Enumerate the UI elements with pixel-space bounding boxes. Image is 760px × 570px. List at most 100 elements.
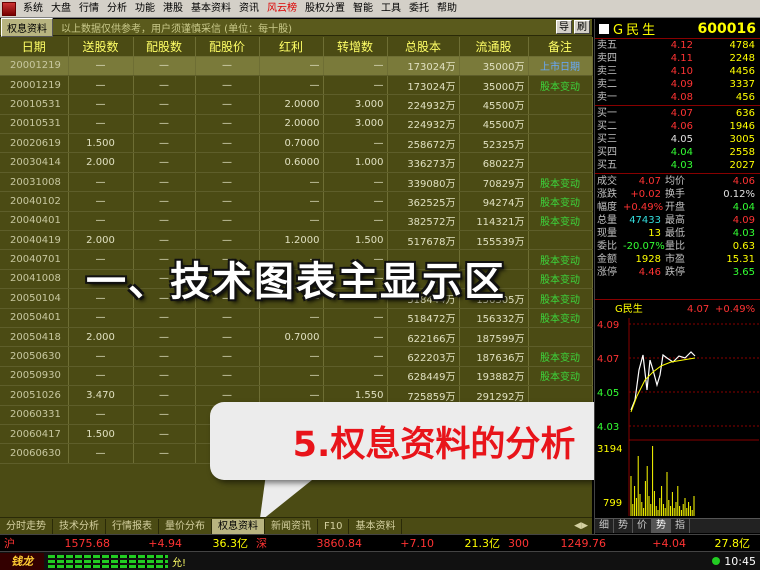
column-header[interactable]: 红利 [259,37,324,57]
menu-item[interactable]: 帮助 [433,1,461,17]
menu-item[interactable]: 智能 [349,1,377,17]
quote-row[interactable]: 卖二 4.09 3337 [595,78,760,91]
menu-item[interactable]: 行情 [75,1,103,17]
chart-tab[interactable]: 价 [633,519,652,533]
chart-tabs: 细势价势指 [595,518,760,533]
table-row[interactable]: 20040419 2.000— —1.2000 1.500 517678万 155539万 [0,230,593,251]
sh-index[interactable]: 1575.68 [22,537,114,550]
stock-name: G民生 [613,23,659,38]
menu-item[interactable]: 股权分置 [301,1,349,17]
column-header[interactable]: 备注 [528,37,593,57]
column-header[interactable]: 转增数 [323,37,388,57]
quote-price: 4.04 [670,147,693,158]
menu-item[interactable]: 功能 [131,1,159,17]
quote-stats: 成交 4.07 均价 4.06 涨跌 +0.02 换手 0.12% 幅度 +0.49% 开盘 4.04… [595,175,760,279]
menu-item[interactable]: 基本资料 [187,1,235,17]
stat-row: 幅度 +0.49% 开盘 4.04 [595,201,760,214]
table-cell: 68022万 [459,152,529,173]
quote-row[interactable]: 买一 4.07 636 [595,107,760,120]
table-cell: — [259,191,324,212]
quote-row[interactable]: 卖三 4.10 4456 [595,65,760,78]
quote-row[interactable]: 卖一 4.08 456 [595,91,760,104]
stat-label: 幅度 [597,202,617,213]
quote-row[interactable]: 买四 4.04 2558 [595,146,760,159]
stat-label: 成交 [597,176,617,187]
table-row[interactable]: 20001219— — — — —173024万 35000万 股本变动 [0,75,593,96]
sh-amount: 36.3亿 [212,537,249,550]
table-row[interactable]: 20040401— — — — —382572万 114321万 股本变动 [0,211,593,232]
refresh-button[interactable]: 刷 [574,20,590,34]
menu-item[interactable]: 风云榜 [263,1,301,17]
menu-item[interactable]: 系统 [19,1,47,17]
table-cell: 20001219 [0,56,69,76]
table-cell: — [133,405,196,425]
menu-item[interactable]: 分析 [103,1,131,17]
table-row[interactable]: 20010531— — —2.0000 3.000 224932万 45500万 [0,94,593,115]
app-icon[interactable] [2,1,16,16]
table-cell: — [68,114,134,135]
table-cell: — [133,75,196,96]
table-row[interactable]: 20050401— — — — —518472万 156332万 股本变动 [0,308,593,328]
column-header[interactable]: 日期 [0,37,69,57]
menu-item[interactable]: 工具 [377,1,405,17]
column-header[interactable]: 配股数 [133,37,196,57]
stat-row: 金额 1928 市盈 15.31 [595,253,760,266]
column-header[interactable]: 总股本 [387,37,460,57]
tab-item[interactable]: 分时走势 [0,518,53,534]
tab-item[interactable]: F10 [318,518,350,534]
quote-row[interactable]: 买三 4.05 3005 [595,133,760,146]
quote-row[interactable]: 卖四 4.11 2248 [595,52,760,65]
stat-value: 4.04 [732,202,755,213]
tab-item[interactable]: 技术分析 [53,518,106,534]
tab-item[interactable]: 行情报表 [106,518,159,534]
quote-row[interactable]: 卖五 4.12 4784 [595,39,760,52]
table-row[interactable]: 20050930— — — — —628449万 193882万 股本变动 [0,366,593,387]
table-cell: — [133,346,196,367]
menu-item[interactable]: 资讯 [235,1,263,17]
table-header-row: 日期 送股数 配股数 配股价 红利 转增数 总股本 流通股 备注 [0,37,593,57]
intraday-chart[interactable]: G民生 4.07 +0.49% 4.09 4.07 4.05 4.03 3194 799 [595,299,760,517]
sz-index[interactable]: 3860.84 [274,537,366,550]
table-cell [528,327,593,348]
table-cell: 1.2000 [259,230,324,251]
panel-title[interactable]: 权息资料 [1,17,53,37]
stat-row: 委比 -20.07% 量比 0.63 [595,240,760,253]
chart-tab[interactable]: 指 [671,519,690,533]
t300-index[interactable]: 1249.76 [534,537,610,550]
table-row[interactable]: 20001219— — — — —173024万 35000万 上市日期 [0,56,593,76]
table-cell: 2.000 [68,152,134,173]
table-cell: 1.500 [68,133,134,154]
table-row[interactable]: 20040102— — — — —362525万 94274万 股本变动 [0,191,593,212]
column-header[interactable]: 送股数 [68,37,134,57]
table-row[interactable]: 20010531— — —2.0000 3.000 224932万 45500万 [0,114,593,135]
table-row[interactable]: 20030414 2.000— —0.6000 1.000 336273万 68022万 [0,152,593,173]
stat-value: 15.31 [726,254,755,265]
column-header[interactable]: 流通股 [459,37,529,57]
quote-row[interactable]: 买五 4.03 2027 [595,159,760,172]
menu-item[interactable]: 委托 [405,1,433,17]
table-row[interactable]: 20050630— — — — —622203万 187636万 股本变动 [0,346,593,367]
export-button[interactable]: 导 [556,20,572,34]
chart-tab[interactable]: 细 [595,519,614,533]
menu-item[interactable]: 港股 [159,1,187,17]
stock-code[interactable]: 600016 [698,21,756,37]
table-cell: 0.7000 [259,133,324,154]
table-cell: 股本变动 [528,288,593,309]
table-cell: 622203万 [387,346,460,367]
table-row[interactable]: 20020619 1.500— —0.7000—258672万 52325万 [0,133,593,154]
quote-row[interactable]: 买二 4.06 1946 [595,120,760,133]
column-header[interactable]: 配股价 [195,37,260,57]
table-cell: 20041008 [0,269,69,290]
tab-item[interactable]: 新闻资讯 [265,518,318,534]
table-row[interactable]: 20050418 2.000— —0.7000—622166万 187599万 [0,327,593,348]
chart-tab[interactable]: 势 [652,519,671,533]
stat-row: 现量 13 最低 4.03 [595,227,760,240]
stat-value: +0.02 [630,189,661,200]
tab-scroll-arrows[interactable]: ◀▶ [574,521,592,531]
tab-item[interactable]: 量价分布 [159,518,212,534]
chart-tab[interactable]: 势 [614,519,633,533]
tab-item[interactable]: 权息资料 [212,518,265,534]
tab-item[interactable]: 基本资料 [349,518,403,534]
table-row[interactable]: 20031008— — — — —339080万 70829万 股本变动 [0,172,593,193]
menu-item[interactable]: 大盘 [47,1,75,17]
